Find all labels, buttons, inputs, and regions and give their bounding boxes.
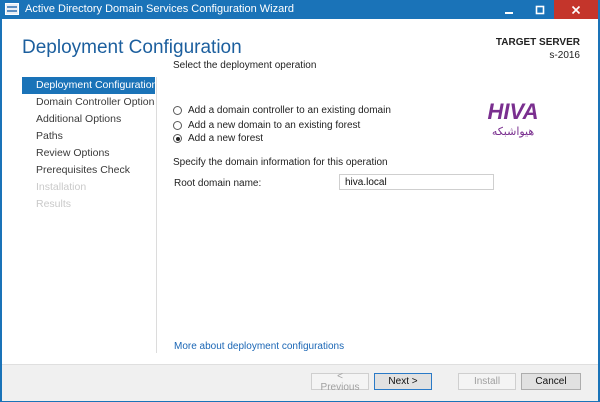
nav-item-installation: Installation	[36, 181, 87, 193]
nav-item-deployment-configuration[interactable]: Deployment Configuration	[22, 77, 155, 94]
page-title: Deployment Configuration	[22, 37, 242, 58]
nav-item-review-options[interactable]: Review Options	[22, 145, 155, 162]
logo-brand: HIVA	[488, 99, 539, 124]
radio-add-domain-existing-forest[interactable]	[173, 121, 182, 130]
nav-item-paths[interactable]: Paths	[22, 128, 155, 145]
radio-label: Add a new forest	[188, 133, 264, 144]
close-button[interactable]	[554, 0, 598, 19]
title-bar[interactable]: Active Directory Domain Services Configu…	[0, 0, 600, 19]
hiva-logo: HIVA هیواشبکه	[488, 99, 539, 138]
target-server-name: s-2016	[549, 50, 580, 61]
next-button[interactable]: Next >	[374, 373, 432, 390]
server-wizard-icon	[5, 3, 19, 15]
nav-item-additional-options[interactable]: Additional Options	[22, 111, 155, 128]
logo-brand-local: هیواشبکه	[492, 125, 535, 138]
previous-button: < Previous	[311, 371, 369, 393]
nav-item-results: Results	[36, 198, 72, 210]
minimize-icon	[504, 11, 513, 14]
deployment-help-link[interactable]: More about deployment configurations	[174, 341, 344, 352]
close-icon	[571, 5, 581, 14]
radio-label: Add a new domain to an existing forest	[188, 120, 361, 131]
minimize-button[interactable]	[492, 0, 525, 19]
operation-heading: Select the deployment operation	[173, 60, 317, 71]
cancel-button[interactable]: Cancel	[521, 373, 581, 390]
wizard-window: Active Directory Domain Services Configu…	[0, 0, 600, 402]
domain-info-heading: Specify the domain information for this …	[173, 157, 388, 168]
wizard-footer: < Previous Next > Install Cancel	[2, 364, 598, 401]
option-add-new-forest[interactable]: Add a new forest	[173, 132, 263, 145]
nav-item-domain-controller-options[interactable]: Domain Controller Options	[22, 94, 155, 111]
root-domain-label: Root domain name:	[174, 178, 262, 189]
wizard-steps-nav: Deployment Configuration Domain Controll…	[22, 77, 155, 213]
radio-label: Add a domain controller to an existing d…	[188, 105, 391, 116]
window-title: Active Directory Domain Services Configu…	[25, 3, 294, 15]
radio-add-dc-existing-domain[interactable]	[173, 106, 182, 115]
radio-add-new-forest[interactable]	[173, 134, 182, 143]
maximize-button[interactable]	[525, 0, 554, 19]
nav-divider	[156, 77, 157, 353]
option-add-dc-existing-domain[interactable]: Add a domain controller to an existing d…	[173, 104, 391, 117]
wizard-content: Deployment Configuration TARGET SERVER s…	[2, 19, 598, 401]
install-button: Install	[458, 373, 516, 390]
option-add-domain-existing-forest[interactable]: Add a new domain to an existing forest	[173, 119, 360, 132]
target-server-label: TARGET SERVER	[495, 37, 580, 48]
maximize-icon	[535, 5, 544, 14]
nav-item-prerequisites-check[interactable]: Prerequisites Check	[22, 162, 155, 179]
root-domain-input[interactable]	[339, 174, 494, 190]
